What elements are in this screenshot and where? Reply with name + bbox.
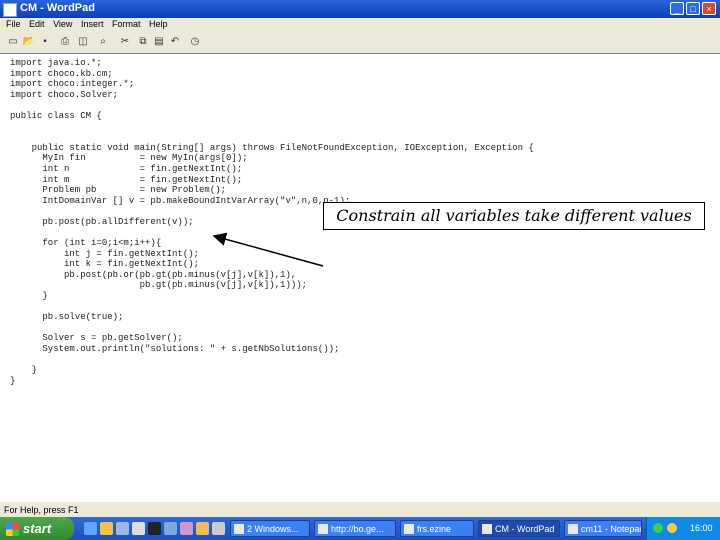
windows-logo-icon [6,523,19,537]
menu-file[interactable]: File [6,18,21,31]
code-line: int m = fin.getNextInt(); [42,174,243,185]
find-icon[interactable]: ⌕ [96,35,110,48]
code-line: } [31,365,38,376]
network-icon[interactable] [653,523,663,533]
save-icon[interactable]: ▪ [38,35,52,48]
code-line: import choco.kb.cm; [10,68,113,79]
app-icon[interactable] [132,522,145,535]
task-browser[interactable]: http://bo.ge... [314,520,396,537]
ie-icon[interactable] [84,522,97,535]
more-icon[interactable] [212,522,225,535]
explorer-icon[interactable] [196,522,209,535]
browser-task-icon [404,524,414,534]
title-bar[interactable]: CM - WordPad _ □ × [0,0,720,18]
undo-icon[interactable]: ↶ [168,35,182,48]
code-line: public static void main(String[] args) t… [31,142,534,153]
browser-task-icon [318,524,328,534]
document-area[interactable]: import java.io.*; import choco.kb.cm; im… [0,53,720,502]
notepad-icon[interactable] [180,522,193,535]
menu-view[interactable]: View [53,18,72,31]
folder-task-icon [234,524,244,534]
wordpad-icon[interactable] [3,3,17,17]
code-line: int k = fin.getNextInt(); [64,259,200,270]
toolbar: ▭ 📂 ▪ ⎙ ◫ ⌕ ✂ ⧉ ▤ ↶ ◷ [0,31,720,54]
code-line: import choco.Solver; [10,89,119,100]
code-line: pb.gt(pb.minus(v[j],v[k]),1))); [139,280,308,291]
print-preview-icon[interactable]: ◫ [76,35,90,48]
media-icon[interactable] [116,522,129,535]
date-time-icon[interactable]: ◷ [188,35,202,48]
notepad-task-icon [568,524,578,534]
volume-icon[interactable] [667,523,677,533]
code-line: pb.post(pb.or(pb.gt(pb.minus(v[j],v[k]),… [64,269,297,280]
code-line: int j = fin.getNextInt(); [64,248,200,259]
menu-insert[interactable]: Insert [81,18,104,31]
cut-icon[interactable]: ✂ [118,35,132,48]
code-line: IntDomainVar [] v = pb.makeBoundIntVarAr… [42,195,351,206]
code-line: public class CM { [10,110,102,121]
taskbar: start 2 Windows... http://bo.ge... frs.e… [0,517,720,540]
task-windows[interactable]: 2 Windows... [230,520,310,537]
task-wordpad[interactable]: CM - WordPad [478,520,560,537]
code-line: int n = fin.getNextInt(); [42,163,243,174]
wordpad-task-icon [482,524,492,534]
maximize-button[interactable]: □ [686,2,700,15]
start-button[interactable]: start [0,517,74,540]
paste-icon[interactable]: ▤ [152,35,166,48]
code-line: } [10,375,16,386]
task-ezine[interactable]: frs.ezine [400,520,474,537]
close-button[interactable]: × [702,2,716,15]
cmd-icon[interactable] [148,522,161,535]
code-line: import choco.integer.*; [10,79,135,90]
code-line: Solver s = pb.getSolver(); [42,333,183,344]
menu-help[interactable]: Help [149,18,168,31]
minimize-button[interactable]: _ [670,2,684,15]
new-icon[interactable]: ▭ [6,35,20,48]
code-line: for (int i=0;i<m;i++){ [42,238,162,249]
print-icon[interactable]: ⎙ [58,35,72,48]
code-line: pb.post(pb.allDifferent(v)); [42,216,194,227]
code-line: MyIn fin = new MyIn(args[0]); [42,153,248,164]
code-line: } [42,291,48,302]
code-line: System.out.println("solutions: " + s.get… [42,344,340,355]
status-bar: For Help, press F1 [0,501,720,518]
callout-box: Constrain all variables take different v… [323,202,705,230]
menu-bar: File Edit View Insert Format Help [0,18,720,31]
code-line: Problem pb = new Problem(); [42,185,227,196]
code-line: pb.solve(true); [42,312,124,323]
folder-icon[interactable] [100,522,113,535]
start-label: start [23,521,52,536]
code-line: import java.io.*; [10,58,102,68]
menu-edit[interactable]: Edit [29,18,45,31]
window-title: CM - WordPad [20,2,95,14]
task-notepad[interactable]: cm11 - Notepad [564,520,642,537]
clock[interactable]: 16:00 [690,517,713,540]
calc-icon[interactable] [164,522,177,535]
menu-format[interactable]: Format [112,18,141,31]
copy-icon[interactable]: ⧉ [136,35,150,48]
open-icon[interactable]: 📂 [22,35,36,48]
status-text: For Help, press F1 [4,505,79,515]
